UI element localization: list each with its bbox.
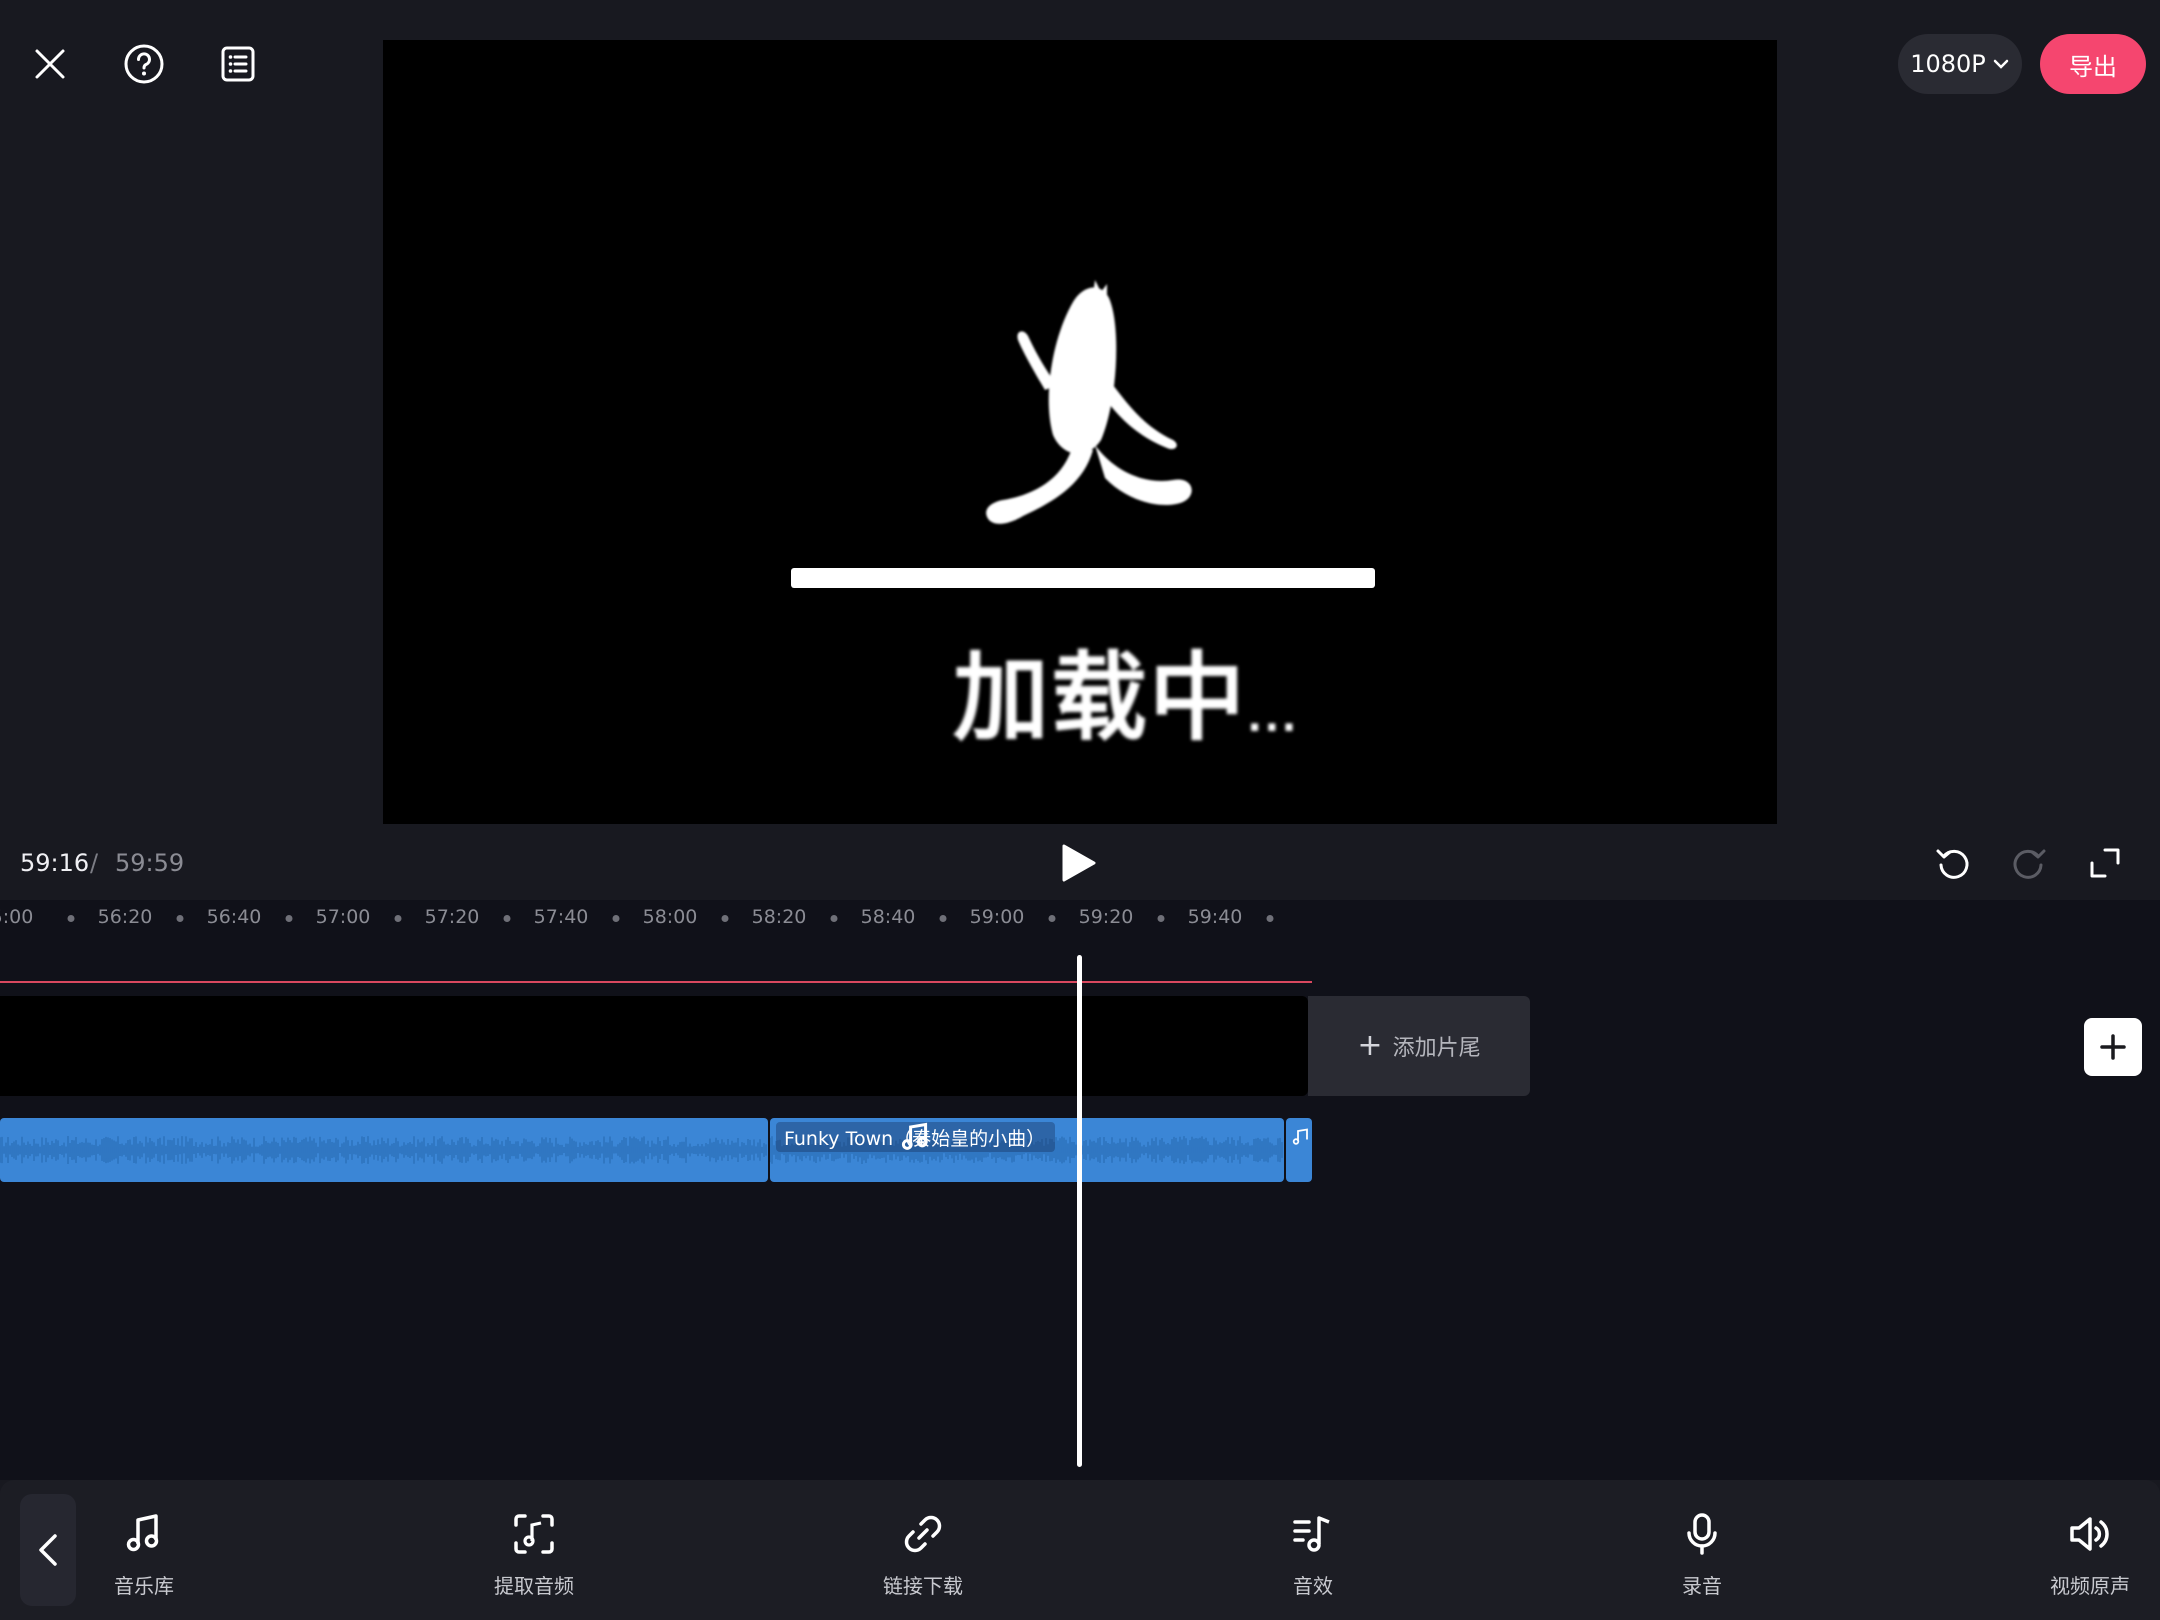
tool-record[interactable]: 录音	[1622, 1510, 1782, 1599]
ruler-tick-label: 57:00	[315, 906, 371, 928]
ruler-tick-dot	[721, 915, 728, 922]
tool-label: 视频原声	[2050, 1574, 2130, 1598]
tool-label: 提取音频	[494, 1574, 574, 1598]
ruler-tick-label: 58:00	[642, 906, 698, 928]
ruler-tick-label: 5:00	[0, 906, 34, 928]
bottom-toolbar: 音乐库 提取音频 链接下载 音效 录音 视频原声	[0, 1480, 2160, 1620]
resolution-select[interactable]: 1080P	[1898, 34, 2022, 94]
extract-audio-icon	[514, 1514, 554, 1554]
undo-icon[interactable]	[1930, 840, 1976, 886]
total-time: 59:59	[115, 849, 185, 877]
music-note-icon	[901, 1122, 928, 1150]
tool-label: 录音	[1682, 1574, 1722, 1598]
playhead[interactable]	[1077, 955, 1082, 1467]
audio-clip[interactable]	[0, 1118, 768, 1182]
export-label: 导出	[2069, 52, 2117, 81]
close-icon[interactable]	[24, 38, 76, 90]
audio-clip[interactable]: Funky Town（秦始皇的小曲）	[770, 1118, 1284, 1182]
fullscreen-icon[interactable]	[2082, 840, 2128, 886]
plus-icon	[2100, 1034, 2126, 1060]
ruler-tick-dot	[503, 915, 510, 922]
loading-dots: ...	[1247, 695, 1299, 741]
time-ruler: 5:00 56:20 56:40 57:00 57:20 57:40 58:00 58:20 5…	[0, 900, 1300, 940]
current-time: 59:16	[20, 849, 90, 877]
ruler-tick-label: 59:40	[1187, 906, 1243, 928]
help-icon[interactable]	[118, 38, 170, 90]
tool-label: 音乐库	[114, 1574, 174, 1598]
ruler-tick-label: 59:20	[1078, 906, 1134, 928]
tool-link-download[interactable]: 链接下载	[843, 1510, 1003, 1599]
ruler-tick-label: 58:20	[751, 906, 807, 928]
video-preview[interactable]: 加载中...	[383, 40, 1777, 824]
music-note-icon	[126, 1514, 159, 1552]
redo-icon[interactable]	[2006, 840, 2052, 886]
tool-sound-effects[interactable]: 音效	[1233, 1510, 1393, 1599]
ruler-tick-dot	[394, 915, 401, 922]
ruler-tick-dot	[285, 915, 292, 922]
microphone-icon	[1687, 1513, 1717, 1555]
music-note-icon	[1292, 1128, 1308, 1145]
tool-label: 音效	[1293, 1574, 1333, 1598]
audio-clip-label: Funky Town（秦始皇的小曲）	[776, 1122, 1056, 1152]
tool-original-sound[interactable]: 视频原声	[2010, 1510, 2160, 1599]
loading-animation: 加载中...	[383, 40, 1777, 824]
ruler-tick-dot	[67, 915, 74, 922]
tool-label: 链接下载	[883, 1574, 963, 1598]
ruler-tick-dot	[1157, 915, 1164, 922]
ruler-tick-dot	[176, 915, 183, 922]
ruler-tick-dot	[1266, 915, 1273, 922]
add-ending-button[interactable]: + 添加片尾	[1308, 996, 1530, 1096]
video-editor: 加载中... 1080P 导出 59:16 / 59:59 5:0056:205…	[0, 0, 2160, 1620]
chevron-down-icon	[1993, 59, 2009, 69]
ruler-tick-dot	[612, 915, 619, 922]
ruler-tick-dot	[939, 915, 946, 922]
list-icon[interactable]	[212, 38, 264, 90]
tool-extract-audio[interactable]: 提取音频	[454, 1510, 614, 1599]
waveform	[0, 1136, 767, 1164]
audio-clip[interactable]	[1286, 1118, 1312, 1182]
ruler-tick-label: 56:40	[206, 906, 262, 928]
resolution-value: 1080P	[1910, 50, 1986, 78]
ruler-tick-label: 57:40	[533, 906, 589, 928]
tool-music-library[interactable]: 音乐库	[64, 1510, 224, 1599]
time-separator: /	[90, 849, 99, 877]
ruler-tick-dot	[830, 915, 837, 922]
chevron-left-icon	[39, 1534, 57, 1566]
play-icon[interactable]	[1054, 840, 1100, 886]
timeline-marker-line	[0, 981, 1312, 983]
plus-icon: +	[1357, 1028, 1383, 1063]
ruler-tick-label: 58:40	[860, 906, 916, 928]
ruler-tick-label: 56:20	[97, 906, 153, 928]
speaker-icon	[2070, 1517, 2109, 1551]
add-ending-label: 添加片尾	[1392, 1036, 1481, 1061]
sound-effect-icon	[1293, 1516, 1330, 1552]
link-icon	[904, 1515, 942, 1553]
ruler-tick-label: 59:00	[969, 906, 1025, 928]
export-button[interactable]: 导出	[2040, 34, 2146, 94]
ruler-tick-dot	[1048, 915, 1055, 922]
add-clip-button[interactable]	[2084, 1018, 2142, 1076]
loading-text: 加载中	[953, 642, 1247, 754]
ruler-tick-label: 57:20	[424, 906, 480, 928]
video-track[interactable]	[0, 996, 1308, 1096]
